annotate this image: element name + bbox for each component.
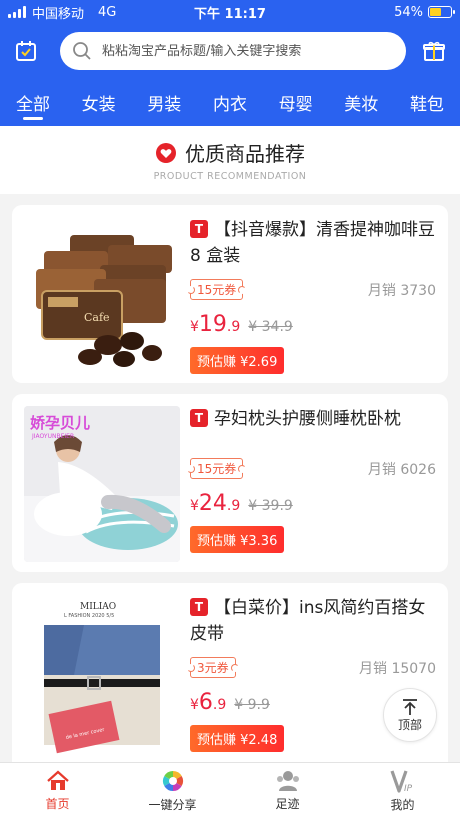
estimated-earning-badge: 预估赚 ¥2.48 [190,725,285,752]
product-card[interactable]: 娇孕贝儿 JIAOYUNBEIER T 孕妇枕头护腰侧睡枕卧枕 15元券 月销 6… [12,394,448,572]
search-bar[interactable] [60,32,406,70]
recommendation-header: 优质商品推荐 PRODUCT RECOMMENDATION [0,126,460,194]
tab-women[interactable]: 女装 [82,78,116,126]
svg-text:IP: IP [404,784,413,793]
tmall-badge-icon: T [190,220,208,238]
brand-logo: 娇孕贝儿 [30,414,90,432]
estimated-earning-badge: 预估赚 ¥3.36 [190,526,285,553]
gift-icon[interactable] [420,37,448,65]
signal-icon [8,6,26,18]
tab-beauty[interactable]: 美妆 [344,78,378,126]
product-title[interactable]: T 孕妇枕头护腰侧睡枕卧枕 [190,406,436,432]
product-title[interactable]: T 【白菜价】ins风简约百搭女皮带 [190,595,436,647]
footprint-icon [276,770,299,791]
product-title-text: 孕妇枕头护腰侧睡枕卧枕 [214,409,401,429]
product-card[interactable]: MILIAO L FASHION 2020 5/5 de la mer cove… [12,583,448,773]
tab-shoes-bags[interactable]: 鞋包 [410,78,444,126]
coupon-badge[interactable]: 3元券 [190,657,236,678]
status-time: 下午 11:17 [194,6,266,22]
nav-home-label: 首页 [45,796,70,811]
product-image-coffee[interactable]: Cafe [24,217,180,373]
svg-text:JIAOYUNBEIER: JIAOYUNBEIER [31,433,74,440]
product-title[interactable]: T 【抖音爆款】清香提神咖啡豆 8 盒装 [190,217,436,269]
product-image-pillow[interactable]: 娇孕贝儿 JIAOYUNBEIER [24,406,180,562]
product-title-text: 【抖音爆款】清香提神咖啡豆 8 盒装 [190,220,435,266]
current-price: ¥6.9 [190,690,227,715]
nav-home[interactable]: 首页 [0,763,115,818]
heart-icon [156,142,176,163]
bottom-nav: 首页 一键分享 足迹 IP 我的 [0,762,460,818]
product-card[interactable]: Cafe T 【抖音爆款】清香提神咖啡豆 8 盒装 15元券 月销 3730 ¥1… [12,205,448,383]
nav-footprint[interactable]: 足迹 [230,763,345,818]
search-icon [73,42,91,60]
product-image-belt[interactable]: MILIAO L FASHION 2020 5/5 de la mer cove… [24,595,180,761]
current-price: ¥24.9 [190,491,241,516]
nav-share[interactable]: 一键分享 [115,763,230,818]
vip-icon: IP [389,769,413,793]
tab-baby[interactable]: 母婴 [279,78,313,126]
nav-share-label: 一键分享 [148,797,197,812]
share-icon [162,770,183,791]
tmall-badge-icon: T [190,598,208,616]
section-title: 优质商品推荐 [185,142,305,166]
current-price: ¥19.9 [190,312,241,337]
section-subtitle: PRODUCT RECOMMENDATION [153,171,307,182]
coupon-badge[interactable]: 15元券 [190,458,244,479]
nav-footprint-label: 足迹 [275,796,300,811]
arrow-up-icon [403,698,417,715]
home-icon [46,770,69,790]
tmall-badge-icon: T [190,409,208,427]
battery-percent: 54% [394,4,423,20]
monthly-sales: 月销 3730 [367,282,436,299]
search-header [0,24,460,78]
back-to-top-label: 顶部 [397,717,422,732]
original-price: ¥ 39.9 [248,498,293,514]
monthly-sales: 月销 6026 [367,461,436,478]
battery-icon [428,6,455,18]
nav-mine-label: 我的 [390,797,415,812]
back-to-top-button[interactable]: 顶部 [383,688,437,742]
carrier-label: 中国移动 [32,6,85,22]
network-label: 4G [98,4,117,20]
brand-logo: MILIAO [80,602,116,612]
estimated-earning-badge: 预估赚 ¥2.69 [190,347,285,374]
monthly-sales: 月销 15070 [359,660,436,677]
search-input[interactable] [102,43,394,59]
svg-text:Cafe: Cafe [84,311,110,324]
nav-mine[interactable]: IP 我的 [345,763,460,818]
tab-all[interactable]: 全部 [16,78,50,126]
original-price: ¥ 9.9 [234,697,270,713]
tab-men[interactable]: 男装 [147,78,181,126]
original-price: ¥ 34.9 [248,319,293,335]
tab-underwear[interactable]: 内衣 [213,78,247,126]
coupon-badge[interactable]: 15元券 [190,279,244,300]
product-title-text: 【白菜价】ins风简约百搭女皮带 [190,598,426,644]
calendar-check-icon[interactable] [12,37,40,65]
svg-text:L FASHION 2020 5/5: L FASHION 2020 5/5 [64,613,114,619]
status-bar: 中国移动 4G 下午 11:17 54% [0,0,460,24]
category-tabs: 全部 女装 男装 内衣 母婴 美妆 鞋包 [0,78,460,126]
